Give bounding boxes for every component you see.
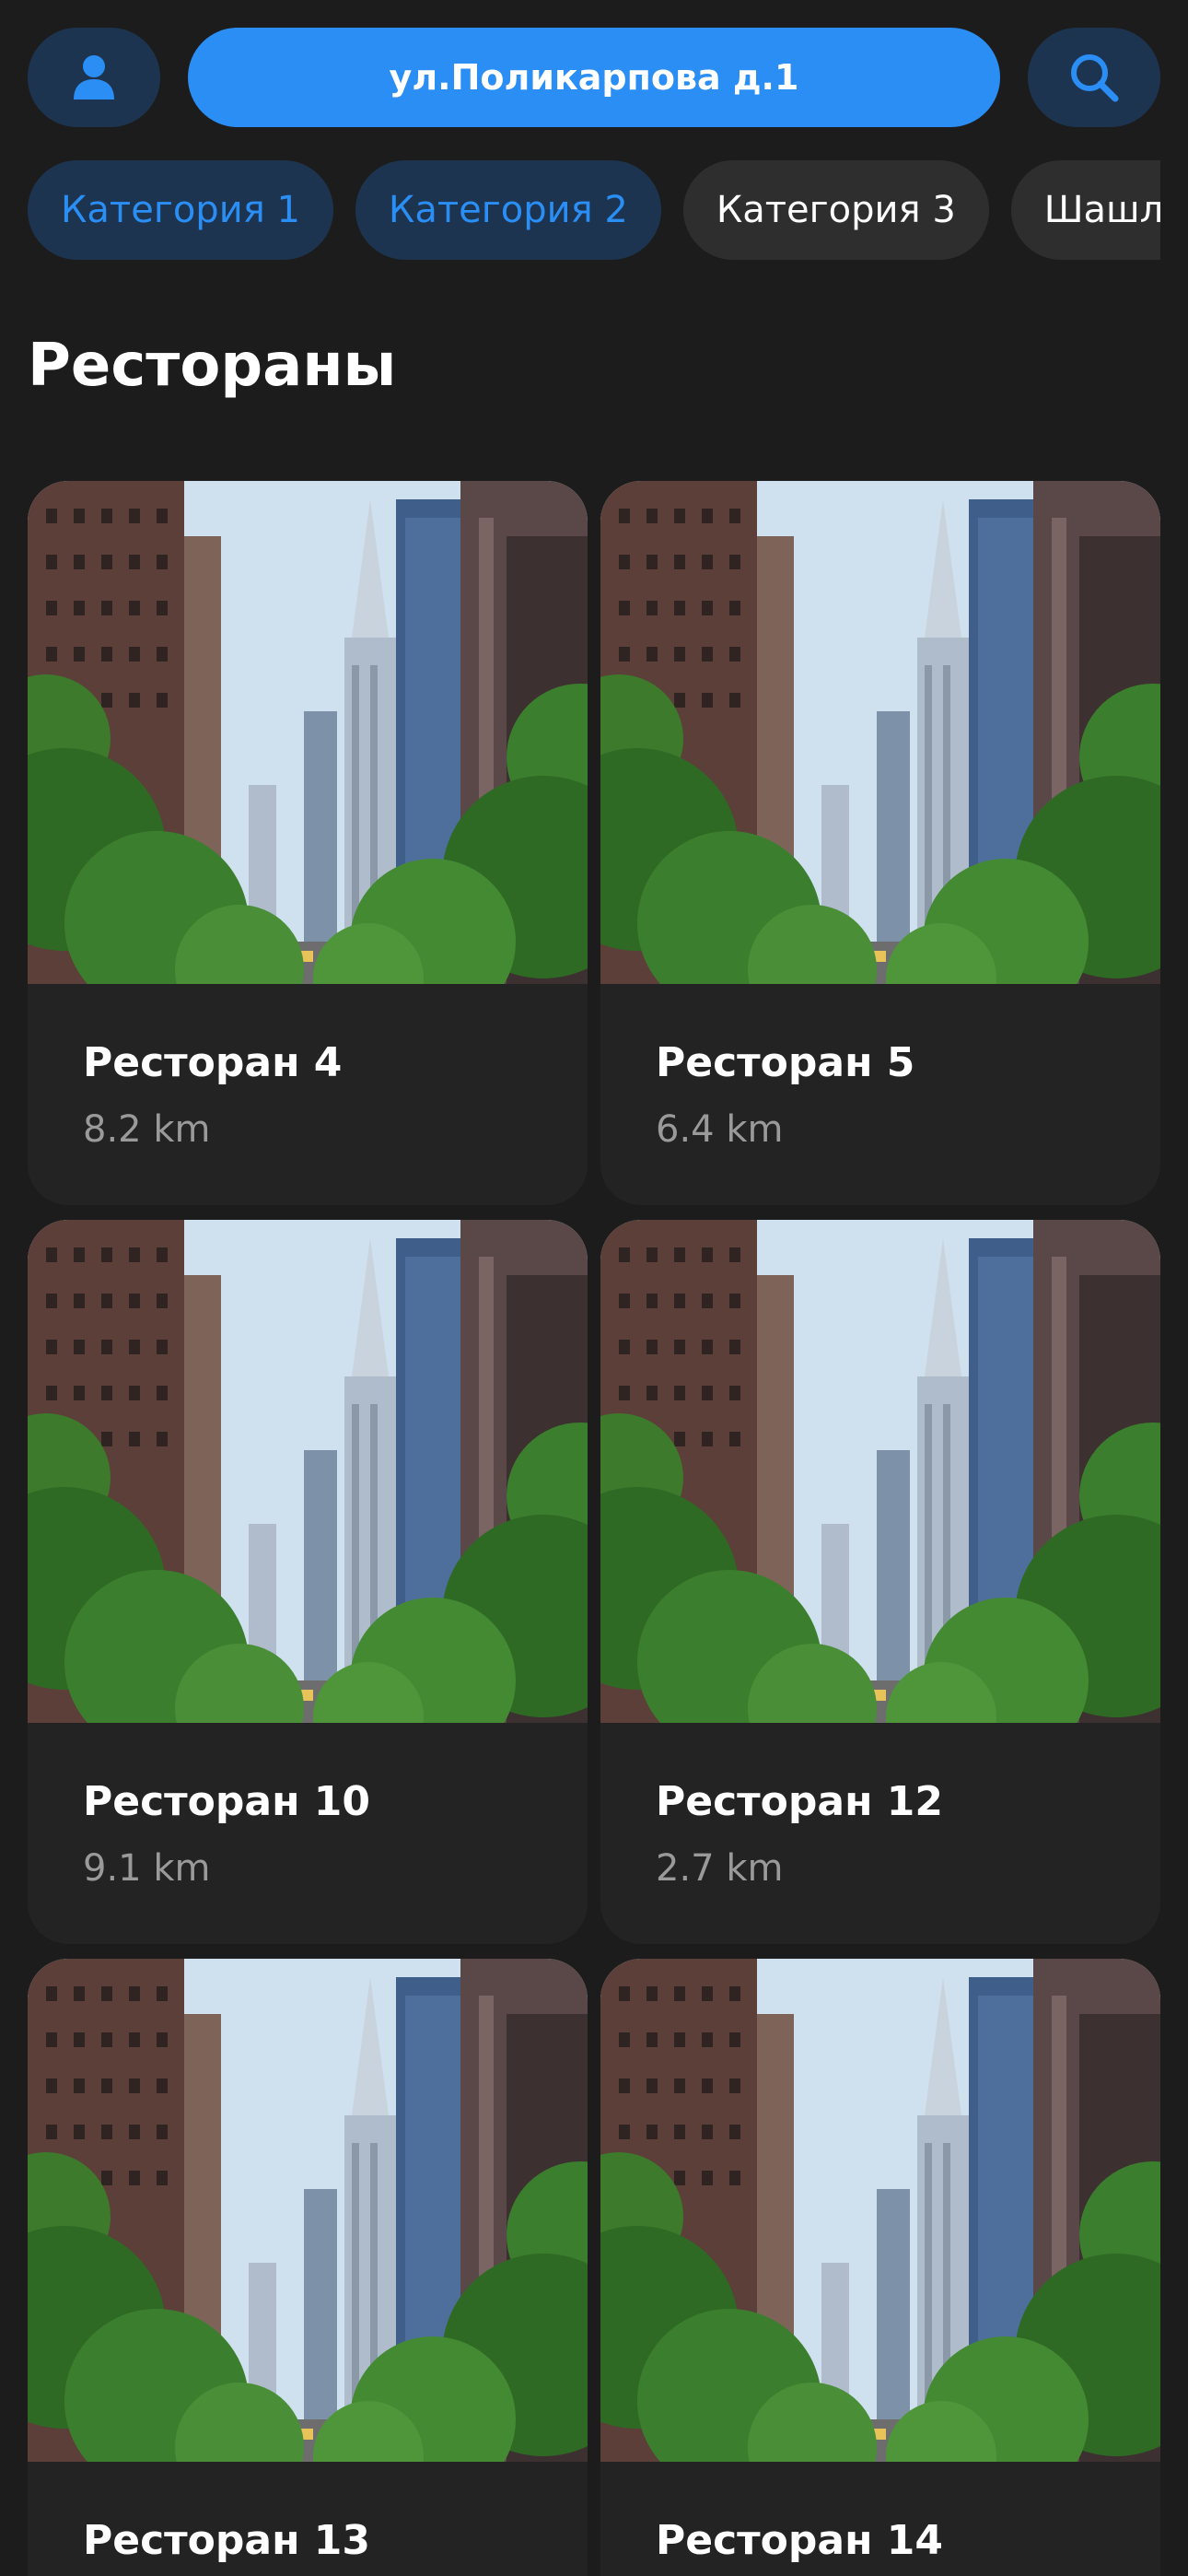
- restaurant-card[interactable]: Ресторан 13: [28, 1959, 588, 2576]
- category-chip-3[interactable]: Категория 3: [682, 160, 989, 260]
- restaurant-photo: [600, 1220, 1160, 1723]
- restaurant-photo: [600, 481, 1160, 984]
- search-button[interactable]: [1028, 28, 1160, 127]
- restaurant-name: Ресторан 12: [656, 1778, 944, 1825]
- top-bar: ул.Поликарпова д.1: [28, 28, 1160, 127]
- category-chips[interactable]: Категория 1 Категория 2 Категория 3 Шашл…: [28, 160, 1160, 260]
- restaurant-distance: 8.2 km: [83, 1108, 211, 1151]
- restaurant-photo: [600, 1959, 1160, 2462]
- address-button[interactable]: ул.Поликарпова д.1: [188, 28, 1000, 127]
- restaurant-card[interactable]: Ресторан 5 6.4 km: [600, 481, 1160, 1205]
- category-chip-label: Категория 1: [61, 189, 300, 231]
- app-screen: ул.Поликарпова д.1 Категория 1 Категория…: [0, 0, 1188, 2576]
- profile-button[interactable]: [28, 28, 160, 127]
- category-chip-4[interactable]: Шашлы: [1010, 160, 1160, 260]
- search-icon: [1071, 54, 1119, 102]
- category-chip-1[interactable]: Категория 1: [28, 160, 333, 260]
- address-label: ул.Поликарпова д.1: [389, 57, 799, 98]
- restaurant-photo: [28, 1959, 588, 2462]
- restaurant-photo: [28, 1220, 588, 1723]
- section-title: Рестораны: [28, 332, 397, 400]
- restaurant-card[interactable]: Ресторан 14: [600, 1959, 1160, 2576]
- restaurant-name: Ресторан 4: [83, 1039, 343, 1086]
- category-chip-label: Категория 2: [388, 189, 628, 231]
- restaurant-card[interactable]: Ресторан 10 9.1 km: [28, 1220, 588, 1944]
- restaurant-card[interactable]: Ресторан 4 8.2 km: [28, 481, 588, 1205]
- restaurant-name: Ресторан 5: [656, 1039, 915, 1086]
- restaurant-distance: 2.7 km: [656, 1847, 784, 1890]
- restaurant-distance: 6.4 km: [656, 1108, 784, 1151]
- person-icon: [74, 55, 114, 100]
- category-chip-label: Шашлы: [1043, 189, 1160, 231]
- restaurant-name: Ресторан 14: [656, 2517, 944, 2564]
- restaurant-grid: Ресторан 4 8.2 km Ресторан 5 6.4 km Рест…: [28, 481, 1160, 2576]
- restaurant-card[interactable]: Ресторан 12 2.7 km: [600, 1220, 1160, 1944]
- restaurant-name: Ресторан 10: [83, 1778, 371, 1825]
- restaurant-distance: 9.1 km: [83, 1847, 211, 1890]
- restaurant-name: Ресторан 13: [83, 2517, 371, 2564]
- category-chip-label: Категория 3: [716, 189, 956, 231]
- restaurant-photo: [28, 481, 588, 984]
- category-chip-2[interactable]: Категория 2: [355, 160, 661, 260]
